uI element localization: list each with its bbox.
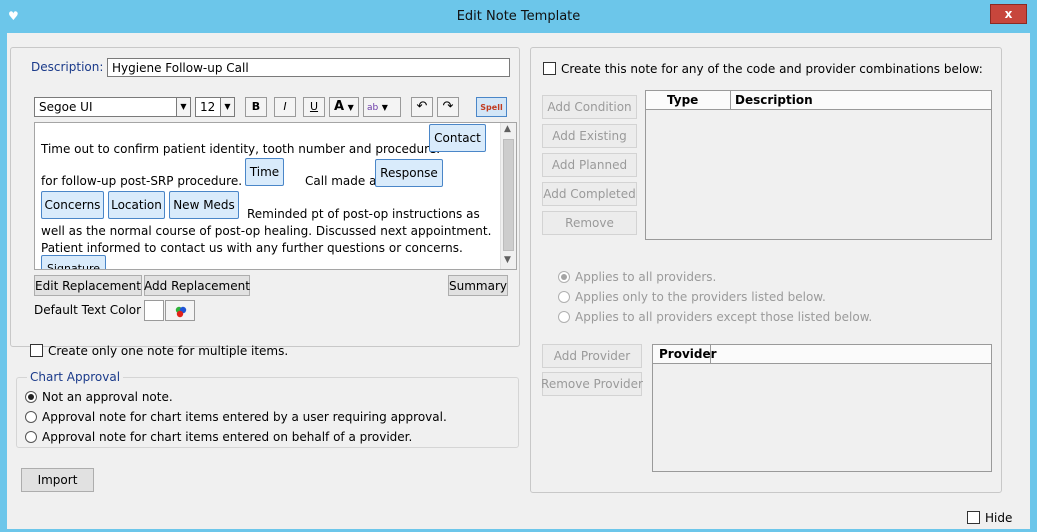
token-contact[interactable]: Contact [429, 124, 486, 152]
dialog-client-area: Description: Hygiene Follow-up Call Sego… [7, 33, 1030, 529]
title-bar[interactable]: ♥ Edit Note Template x [0, 0, 1037, 33]
chevron-down-icon: ▼ [176, 98, 190, 116]
text-line-6: Patient informed to contact us with any … [41, 241, 463, 255]
color-picker-button[interactable] [165, 300, 195, 321]
add-replacement-button[interactable]: Add Replacement [144, 275, 250, 296]
scroll-thumb[interactable] [503, 139, 514, 251]
applies-all-providers-label: Applies to all providers. [575, 270, 717, 284]
undo-icon: ↶ [416, 99, 428, 114]
font-name-select[interactable]: Segoe UI ▼ [34, 97, 191, 117]
applies-except-providers-label: Applies to all providers except those li… [575, 310, 873, 324]
import-button[interactable]: Import [21, 468, 94, 492]
editor-scrollbar[interactable]: ▲ ▼ [500, 123, 516, 269]
column-type[interactable]: Type [667, 93, 698, 107]
font-color-label: A [334, 99, 345, 114]
not-approval-note-radio[interactable] [25, 391, 37, 403]
providers-grid-header: Provider [653, 345, 991, 364]
highlight-label: ab [367, 103, 379, 113]
description-value: Hygiene Follow-up Call [112, 61, 249, 75]
applies-all-providers-radio[interactable] [558, 271, 570, 283]
applies-listed-providers-label: Applies only to the providers listed bel… [575, 290, 826, 304]
approval-provider-radio[interactable] [25, 431, 37, 443]
edit-note-template-window: ♥ Edit Note Template x Description: Hygi… [0, 0, 1037, 532]
redo-icon: ↷ [442, 99, 454, 114]
column-provider[interactable]: Provider [659, 347, 717, 361]
not-approval-note-label: Not an approval note. [42, 390, 173, 404]
chevron-down-icon: ▼ [220, 98, 234, 116]
window-title: Edit Note Template [456, 9, 581, 24]
default-text-color-label: Default Text Color [34, 303, 142, 317]
font-size-select[interactable]: 12 ▼ [195, 97, 235, 117]
add-condition-button[interactable]: Add Condition [542, 95, 637, 119]
add-provider-button[interactable]: Add Provider [542, 344, 642, 368]
approval-user-label: Approval note for chart items entered by… [42, 410, 447, 424]
applies-except-providers-radio[interactable] [558, 311, 570, 323]
add-planned-button[interactable]: Add Planned [542, 153, 637, 177]
chart-approval-legend: Chart Approval [27, 370, 124, 384]
token-signature[interactable]: Signature [41, 255, 106, 269]
column-divider [730, 91, 731, 110]
spell-check-button[interactable]: Spell [476, 97, 507, 117]
scroll-down-icon[interactable]: ▼ [504, 255, 511, 265]
add-existing-button[interactable]: Add Existing [542, 124, 637, 148]
create-for-combinations-checkbox[interactable] [543, 62, 556, 75]
note-editor-panel: Description: Hygiene Follow-up Call Sego… [10, 47, 520, 347]
add-completed-button[interactable]: Add Completed [542, 182, 637, 206]
chevron-down-icon: ▼ [381, 103, 388, 112]
description-label: Description: [31, 60, 104, 74]
token-location[interactable]: Location [108, 191, 165, 219]
italic-button[interactable]: I [274, 97, 296, 117]
approval-provider-label: Approval note for chart items entered on… [42, 430, 413, 444]
approval-user-radio[interactable] [25, 411, 37, 423]
font-name-value: Segoe UI [39, 100, 93, 114]
font-color-button[interactable]: A ▼ [329, 97, 359, 117]
conditions-grid-header: Type Description [646, 91, 991, 110]
description-input[interactable]: Hygiene Follow-up Call [107, 58, 510, 77]
text-line-1: Time out to confirm patient identity, to… [41, 142, 441, 156]
create-one-note-checkbox[interactable] [30, 344, 43, 357]
column-divider [710, 345, 711, 364]
applies-listed-providers-radio[interactable] [558, 291, 570, 303]
underline-button[interactable]: U [303, 97, 325, 117]
color-wheel-icon [174, 305, 187, 318]
bold-button[interactable]: B [245, 97, 267, 117]
remove-condition-button[interactable]: Remove [542, 211, 637, 235]
column-description[interactable]: Description [735, 93, 813, 107]
hide-checkbox[interactable] [967, 511, 980, 524]
create-one-note-label: Create only one note for multiple items. [48, 344, 289, 358]
chevron-down-icon: ▼ [347, 103, 354, 112]
remove-provider-button[interactable]: Remove Provider [541, 372, 643, 396]
undo-button[interactable]: ↶ [411, 97, 433, 117]
conditions-grid[interactable]: Type Description [645, 90, 992, 240]
token-response[interactable]: Response [375, 159, 443, 187]
font-size-value: 12 [200, 100, 216, 114]
create-for-combinations-label: Create this note for any of the code and… [561, 62, 983, 76]
scroll-up-icon[interactable]: ▲ [504, 124, 511, 134]
text-line-4: Reminded pt of post-op instructions as [247, 207, 480, 221]
chart-approval-group: Chart Approval Not an approval note. App… [16, 370, 519, 448]
text-line-2: for follow-up post-SRP procedure. [41, 174, 243, 188]
redo-button[interactable]: ↷ [437, 97, 459, 117]
spell-check-icon: Spell [480, 103, 503, 112]
note-text-editor[interactable]: Time out to confirm patient identity, to… [34, 122, 517, 270]
token-time[interactable]: Time [245, 158, 284, 186]
close-button[interactable]: x [990, 4, 1027, 24]
summary-button[interactable]: Summary [448, 275, 508, 296]
text-line-5: well as the normal course of post-op hea… [41, 224, 492, 238]
edit-replacement-button[interactable]: Edit Replacement [34, 275, 142, 296]
providers-grid[interactable]: Provider [652, 344, 992, 472]
token-concerns[interactable]: Concerns [41, 191, 104, 219]
hide-label: Hide [985, 511, 1013, 525]
default-text-color-swatch[interactable] [144, 300, 164, 321]
conditions-panel: Create this note for any of the code and… [530, 47, 1002, 493]
token-new-meds[interactable]: New Meds [169, 191, 239, 219]
highlight-button[interactable]: ab ▼ [363, 97, 401, 117]
